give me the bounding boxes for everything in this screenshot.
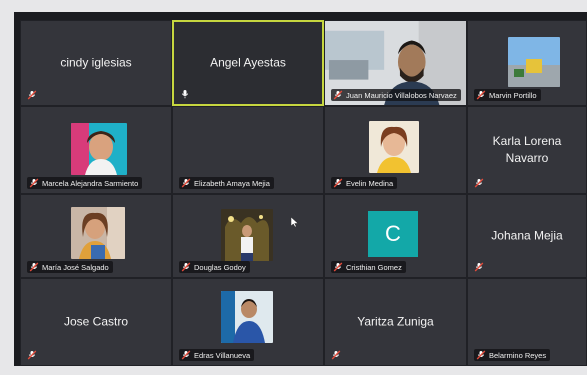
- participant-label: Marcela Alejandra Sarmiento: [27, 177, 143, 189]
- participant-name: Yaritza Zuniga: [357, 314, 434, 329]
- participant-video: [508, 37, 560, 87]
- meeting-window: cindy iglesias Angel Ayestas Juan Mauric…: [14, 12, 587, 366]
- mic-off-icon: [474, 178, 484, 188]
- participant-name: Karla Lorena Navarro: [492, 134, 562, 165]
- profile-photo: [221, 291, 273, 343]
- participant-tile-video[interactable]: Juan Mauricio Villalobos Narvaez: [324, 20, 467, 106]
- profile-photo: [71, 207, 125, 259]
- mic-icon: [180, 89, 190, 99]
- profile-photo: [369, 121, 419, 173]
- participant-tile[interactable]: Evelin Medina: [324, 106, 467, 194]
- mic-off-icon: [29, 178, 39, 188]
- participant-name: Johana Mejia: [491, 228, 563, 243]
- participant-name: Elizabeth Amaya Mejia: [194, 178, 270, 188]
- participant-tile[interactable]: Johana Mejia: [467, 194, 587, 278]
- participant-label: María José Salgado: [27, 261, 113, 273]
- mic-off-icon: [181, 262, 191, 272]
- participant-tile[interactable]: Karla Lorena Navarro: [467, 106, 587, 194]
- participant-tile[interactable]: María José Salgado: [20, 194, 172, 278]
- participant-tile[interactable]: Douglas Godoy: [172, 194, 324, 278]
- mic-off-icon: [331, 350, 341, 360]
- mic-off-icon: [181, 350, 191, 360]
- participant-tile[interactable]: Jose Castro: [20, 278, 172, 366]
- participant-name: cindy iglesias: [60, 55, 132, 70]
- participant-tile[interactable]: Edras Villanueva: [172, 278, 324, 366]
- mic-off-icon: [27, 350, 37, 360]
- participant-tile[interactable]: Belarmino Reyes: [467, 278, 587, 366]
- participant-label: Evelin Medina: [331, 177, 398, 189]
- participant-label: Douglas Godoy: [179, 261, 250, 273]
- participant-tile[interactable]: C Cristhian Gomez: [324, 194, 467, 278]
- participant-name: Belarmino Reyes: [489, 350, 547, 360]
- participant-tile[interactable]: cindy iglesias: [20, 20, 172, 106]
- mic-off-icon: [181, 178, 191, 188]
- participant-tile[interactable]: Elizabeth Amaya Mejia: [172, 106, 324, 194]
- profile-photo: [71, 123, 127, 175]
- participant-label: Edras Villanueva: [179, 349, 255, 361]
- participant-name: Juan Mauricio Villalobos Narvaez: [346, 90, 457, 100]
- participant-tile-active-speaker[interactable]: Angel Ayestas: [172, 20, 324, 106]
- mic-off-icon: [29, 262, 39, 272]
- mic-off-icon: [27, 90, 37, 100]
- participant-name: Edras Villanueva: [194, 350, 251, 360]
- participant-name: Marcela Alejandra Sarmiento: [42, 178, 139, 188]
- participant-tile[interactable]: Marcela Alejandra Sarmiento: [20, 106, 172, 194]
- participant-name: Marvin Portillo: [489, 90, 537, 100]
- mic-off-icon: [333, 178, 343, 188]
- participant-label: Belarmino Reyes: [474, 349, 551, 361]
- participant-label: Cristhian Gomez: [331, 261, 406, 273]
- participant-label: Juan Mauricio Villalobos Narvaez: [331, 89, 461, 101]
- mic-off-icon: [333, 262, 343, 272]
- participant-name: Cristhian Gomez: [346, 262, 402, 272]
- mic-off-icon: [474, 262, 484, 272]
- participant-name: María José Salgado: [42, 262, 109, 272]
- gallery-view: cindy iglesias Angel Ayestas Juan Mauric…: [20, 20, 587, 366]
- participant-name: Jose Castro: [63, 314, 129, 329]
- mic-off-icon: [476, 90, 486, 100]
- participant-label: Marvin Portillo: [474, 89, 541, 101]
- profile-photo: [221, 209, 273, 261]
- mic-off-icon: [476, 350, 486, 360]
- participant-tile[interactable]: Yaritza Zuniga: [324, 278, 467, 366]
- participant-name: Angel Ayestas: [210, 55, 286, 70]
- mic-off-icon: [333, 90, 343, 100]
- participant-name: Evelin Medina: [346, 178, 394, 188]
- participant-tile-video[interactable]: Marvin Portillo: [467, 20, 587, 106]
- pointer-cursor-icon: [291, 217, 299, 227]
- participant-name: Douglas Godoy: [194, 262, 246, 272]
- avatar: C: [368, 211, 418, 257]
- participant-label: Elizabeth Amaya Mejia: [179, 177, 274, 189]
